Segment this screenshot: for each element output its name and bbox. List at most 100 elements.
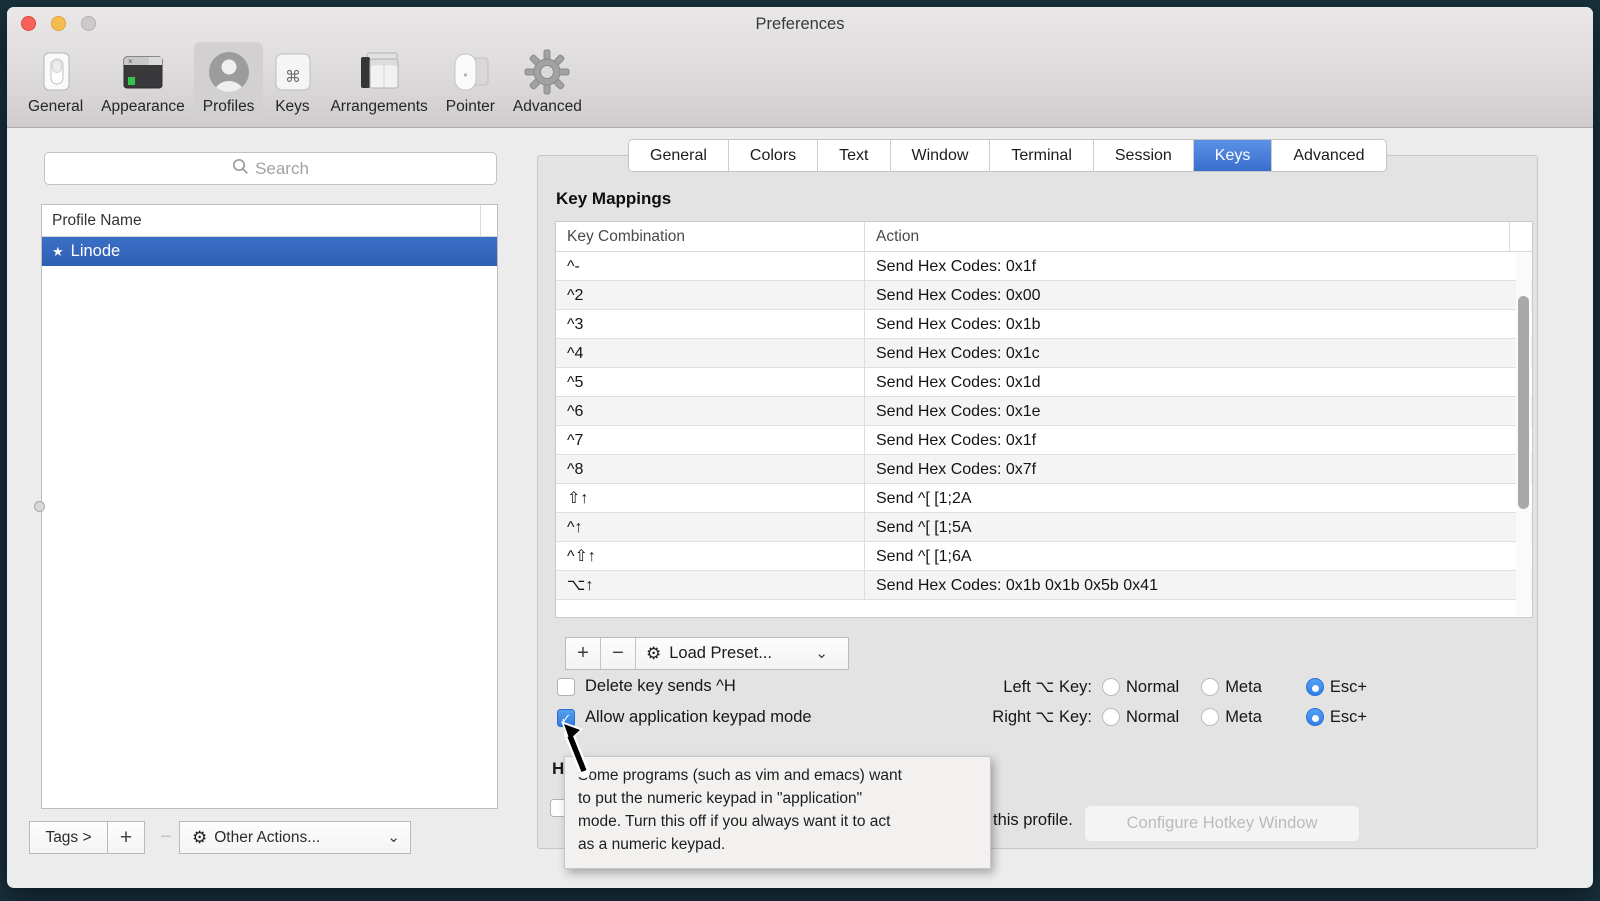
table-row[interactable]: ⇧↑Send ^[ [1;2A bbox=[556, 484, 1532, 513]
right-option-esc-radio[interactable] bbox=[1306, 708, 1324, 726]
tooltip-line: mode. Turn this off if you always want i… bbox=[578, 810, 990, 833]
keypad-label: Allow application keypad mode bbox=[585, 708, 812, 727]
key-mappings-rows: ^-Send Hex Codes: 0x1f^2Send Hex Codes: … bbox=[556, 252, 1532, 600]
search-icon bbox=[232, 158, 249, 180]
table-row[interactable]: ^5Send Hex Codes: 0x1d bbox=[556, 368, 1532, 397]
right-option-meta-radio[interactable] bbox=[1201, 708, 1219, 726]
key-combination-cell: ^⇧↑ bbox=[556, 542, 865, 570]
scrollbar-thumb[interactable] bbox=[1518, 296, 1529, 509]
toolbar-item-pointer[interactable]: Pointer bbox=[437, 42, 504, 120]
arrow-cursor-icon bbox=[559, 721, 601, 784]
tab-terminal[interactable]: Terminal bbox=[990, 140, 1093, 171]
key-mappings-table-header: Key Combination Action bbox=[556, 222, 1532, 252]
table-row[interactable]: ^⇧↑Send ^[ [1;6A bbox=[556, 542, 1532, 571]
key-combination-cell: ^4 bbox=[556, 339, 865, 367]
keys-icon: ⌘ bbox=[272, 47, 312, 97]
profile-row-linode[interactable]: ★ Linode bbox=[42, 237, 497, 266]
profile-tabs: General Colors Text Window Terminal Sess… bbox=[628, 139, 1387, 172]
remove-mapping-button[interactable]: − bbox=[601, 638, 636, 669]
tab-general[interactable]: General bbox=[629, 140, 729, 171]
key-combination-cell: ^2 bbox=[556, 281, 865, 309]
toolbar-item-arrangements[interactable]: Arrangements bbox=[321, 42, 436, 120]
toolbar-label: Appearance bbox=[101, 98, 185, 116]
profile-name: Linode bbox=[71, 242, 121, 260]
toolbar-label: Advanced bbox=[513, 98, 582, 116]
tab-session[interactable]: Session bbox=[1094, 140, 1194, 171]
other-actions-dropdown[interactable]: ⚙ Other Actions... ⌄ bbox=[179, 821, 411, 854]
gear-icon: ⚙ bbox=[192, 828, 207, 848]
action-cell: Send Hex Codes: 0x1f bbox=[865, 426, 1532, 454]
svg-text:×: × bbox=[128, 57, 133, 66]
radio-label: Normal bbox=[1126, 708, 1179, 727]
toolbar-item-keys[interactable]: ⌘ Keys bbox=[263, 42, 321, 120]
table-row[interactable]: ^4Send Hex Codes: 0x1c bbox=[556, 339, 1532, 368]
left-option-esc-radio[interactable] bbox=[1306, 678, 1324, 696]
action-cell: Send ^[ [1;6A bbox=[865, 542, 1532, 570]
preferences-toolbar: General × Appearance Profiles ⌘ Keys bbox=[19, 42, 591, 120]
search-input[interactable]: Search bbox=[44, 152, 497, 185]
window-title: Preferences bbox=[7, 15, 1593, 34]
toolbar-item-advanced[interactable]: Advanced bbox=[504, 42, 591, 120]
star-icon: ★ bbox=[52, 244, 64, 259]
tab-colors[interactable]: Colors bbox=[729, 140, 818, 171]
table-scrollbar[interactable] bbox=[1516, 253, 1531, 616]
tab-keys[interactable]: Keys bbox=[1194, 140, 1273, 171]
key-combination-cell: ⌥↑ bbox=[556, 571, 865, 599]
column-header-key-combination[interactable]: Key Combination bbox=[556, 222, 865, 251]
search-placeholder: Search bbox=[255, 159, 309, 179]
left-option-normal-radio[interactable] bbox=[1102, 678, 1120, 696]
toolbar-label: Keys bbox=[275, 98, 309, 116]
other-actions-label: Other Actions... bbox=[214, 829, 320, 847]
key-combination-cell: ^3 bbox=[556, 310, 865, 338]
left-option-key-label: Left ⌥ Key: bbox=[937, 677, 1092, 697]
tab-advanced[interactable]: Advanced bbox=[1272, 140, 1385, 171]
key-combination-cell: ^- bbox=[556, 252, 865, 280]
add-profile-button[interactable]: + bbox=[107, 821, 145, 854]
toolbar-label: General bbox=[28, 98, 83, 116]
action-cell: Send Hex Codes: 0x00 bbox=[865, 281, 1532, 309]
toolbar-item-appearance[interactable]: × Appearance bbox=[92, 42, 194, 120]
column-header-action[interactable]: Action bbox=[865, 222, 1510, 251]
key-mappings-table: Key Combination Action ^-Send Hex Codes:… bbox=[555, 221, 1533, 618]
table-row[interactable]: ^↑Send ^[ [1;5A bbox=[556, 513, 1532, 542]
hotkey-profile-text: this profile. bbox=[993, 811, 1073, 830]
action-cell: Send Hex Codes: 0x7f bbox=[865, 455, 1532, 483]
table-row[interactable]: ^6Send Hex Codes: 0x1e bbox=[556, 397, 1532, 426]
profiles-icon bbox=[207, 47, 251, 97]
remove-profile-button[interactable]: − bbox=[153, 821, 179, 854]
action-cell: Send Hex Codes: 0x1d bbox=[865, 368, 1532, 396]
left-option-meta-radio[interactable] bbox=[1201, 678, 1219, 696]
tab-window[interactable]: Window bbox=[891, 140, 991, 171]
chevron-down-icon: ⌄ bbox=[815, 650, 828, 658]
arrangements-icon bbox=[354, 47, 404, 97]
load-preset-dropdown[interactable]: ⚙ Load Preset... ⌄ bbox=[636, 638, 848, 669]
table-row[interactable]: ^2Send Hex Codes: 0x00 bbox=[556, 281, 1532, 310]
profile-list-header: Profile Name bbox=[42, 205, 497, 237]
key-combination-cell: ^8 bbox=[556, 455, 865, 483]
toolbar-item-profiles[interactable]: Profiles bbox=[194, 42, 264, 120]
tab-text[interactable]: Text bbox=[818, 140, 890, 171]
table-row[interactable]: ^3Send Hex Codes: 0x1b bbox=[556, 310, 1532, 339]
profile-list: Profile Name ★ Linode bbox=[41, 204, 498, 809]
tags-button[interactable]: Tags > bbox=[29, 821, 108, 854]
chevron-down-icon: ⌄ bbox=[387, 834, 400, 842]
preferences-window: Preferences General × Appearance Profile… bbox=[7, 7, 1593, 888]
add-mapping-button[interactable]: + bbox=[566, 638, 601, 669]
column-header-stub bbox=[1510, 222, 1532, 251]
keypad-tooltip: Some programs (such as vim and emacs) wa… bbox=[564, 756, 991, 869]
appearance-icon: × bbox=[119, 47, 167, 97]
action-cell: Send ^[ [1;5A bbox=[865, 513, 1532, 541]
table-row[interactable]: ^8Send Hex Codes: 0x7f bbox=[556, 455, 1532, 484]
toolbar-item-general[interactable]: General bbox=[19, 42, 92, 120]
table-row[interactable]: ^7Send Hex Codes: 0x1f bbox=[556, 426, 1532, 455]
delete-key-checkbox[interactable] bbox=[557, 678, 575, 696]
right-option-normal-radio[interactable] bbox=[1102, 708, 1120, 726]
configure-hotkey-window-button[interactable]: Configure Hotkey Window bbox=[1084, 805, 1360, 842]
table-row[interactable]: ^-Send Hex Codes: 0x1f bbox=[556, 252, 1532, 281]
action-cell: Send Hex Codes: 0x1f bbox=[865, 252, 1532, 280]
load-preset-label: Load Preset... bbox=[669, 644, 772, 663]
table-row[interactable]: ⌥↑Send Hex Codes: 0x1b 0x1b 0x5b 0x41 bbox=[556, 571, 1532, 600]
tooltip-line: as a numeric keypad. bbox=[578, 833, 990, 856]
mapping-controls: + − ⚙ Load Preset... ⌄ bbox=[565, 637, 849, 670]
gear-icon: ⚙ bbox=[646, 644, 661, 664]
